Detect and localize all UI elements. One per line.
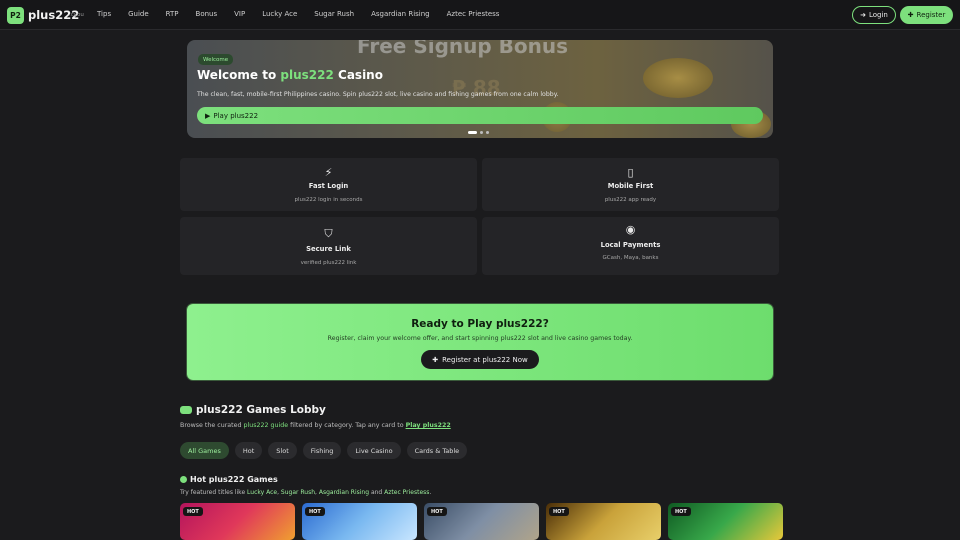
hot-games-row: HOT HOT HOT HOT HOT (180, 503, 783, 540)
cta-description: Register, claim your welcome offer, and … (327, 335, 633, 342)
register-label: Register (916, 11, 946, 19)
welcome-pill: Welcome (198, 54, 234, 65)
feature-title: Fast Login (308, 182, 349, 190)
login-label: Login (868, 11, 888, 19)
register-now-label: Register at plus222 Now (442, 355, 528, 364)
game-link-lucky-ace[interactable]: Lucky Ace (247, 489, 277, 496)
lobby-desc-middle: filtered by category. Tap any card to (288, 422, 406, 429)
hot-badge: HOT (183, 507, 203, 516)
filter-all-games[interactable]: All Games (180, 442, 229, 459)
phone-icon: ▯ (627, 166, 634, 179)
main-nav: Tips Guide RTP Bonus VIP Lucky Ace Sugar… (97, 10, 516, 18)
nav-item-bonus[interactable]: Bonus (196, 10, 218, 18)
game-card[interactable]: HOT (546, 503, 661, 540)
add-user-icon: ✚ (432, 355, 439, 364)
gamepad-icon (180, 406, 192, 414)
lobby-title-text: plus222 Games Lobby (196, 404, 326, 416)
login-icon: ➜ (860, 11, 866, 19)
hero-banner[interactable]: Free Signup Bonus ₱ 88 Welcome Welcome t… (187, 40, 773, 138)
game-card[interactable]: HOT (668, 503, 783, 540)
game-card[interactable]: HOT (180, 503, 295, 540)
feature-title: Local Payments (600, 241, 661, 249)
feature-subtitle: GCash, Maya, banks (602, 255, 659, 261)
register-cta-panel: Ready to Play plus222? Register, claim y… (187, 304, 773, 380)
logo-badge[interactable]: P2 (7, 7, 24, 24)
hot-badge: HOT (671, 507, 691, 516)
feature-title: Secure Link (306, 245, 351, 253)
top-header: P2 plus222 .cyou Tips Guide RTP Bonus VI… (0, 0, 960, 30)
nav-item-aztec-priestess[interactable]: Aztec Priestess (447, 10, 500, 18)
fire-icon (180, 476, 187, 483)
shield-check-icon: ⛉ (324, 227, 333, 240)
carousel-dot[interactable] (486, 131, 489, 134)
game-link-asgardian-rising[interactable]: Asgardian Rising (319, 489, 369, 496)
hero-title: Welcome to plus222 Casino (197, 68, 383, 82)
coin-decoration-icon (643, 58, 713, 98)
filter-cards-table[interactable]: Cards & Table (406, 442, 468, 459)
hero-title-prefix: Welcome to (197, 68, 281, 82)
carousel-dot[interactable] (480, 131, 483, 134)
logo-domain-suffix: .cyou (69, 12, 84, 18)
nav-item-rtp[interactable]: RTP (166, 10, 179, 18)
hot-badge: HOT (305, 507, 325, 516)
feature-subtitle: verified plus222 link (300, 260, 357, 266)
register-button[interactable]: ✚ Register (900, 6, 953, 24)
banner-headline: Free Signup Bonus (357, 40, 569, 58)
hot-desc-end: . (429, 489, 432, 496)
cta-title: Ready to Play plus222? (411, 318, 549, 330)
filter-hot[interactable]: Hot (234, 442, 263, 459)
hot-title-text: Hot plus222 Games (190, 475, 278, 484)
feature-title: Mobile First (607, 182, 654, 190)
game-card[interactable]: HOT (424, 503, 539, 540)
game-link-sugar-rush[interactable]: Sugar Rush (281, 489, 315, 496)
nav-item-asgardian-rising[interactable]: Asgardian Rising (371, 10, 430, 18)
nav-item-vip[interactable]: VIP (234, 10, 245, 18)
hero-description: The clean, fast, mobile-first Philippine… (197, 91, 559, 98)
hero-title-brand: plus222 (280, 68, 334, 82)
filter-fishing[interactable]: Fishing (302, 442, 342, 459)
play-label: Play plus222 (213, 111, 259, 120)
feature-subtitle: plus222 app ready (604, 197, 657, 203)
lobby-description: Browse the curated plus222 guide filtere… (180, 422, 451, 429)
guide-link[interactable]: plus222 guide (244, 422, 289, 429)
play-button[interactable]: ▶ Play plus222 (197, 107, 763, 124)
login-button[interactable]: ➜ Login (852, 6, 896, 24)
lobby-title: plus222 Games Lobby (180, 404, 326, 416)
hot-badge: HOT (549, 507, 569, 516)
nav-item-guide[interactable]: Guide (128, 10, 149, 18)
add-user-icon: ✚ (907, 11, 914, 19)
feature-card-secure-link: ⛉ Secure Link verified plus222 link (180, 217, 477, 275)
hot-badge: HOT (427, 507, 447, 516)
lobby-desc-prefix: Browse the curated (180, 422, 244, 429)
feature-card-fast-login: ⚡ Fast Login plus222 login in seconds (180, 158, 477, 211)
hero-title-suffix: Casino (333, 68, 383, 82)
game-link-aztec-priestess[interactable]: Aztec Priestess (384, 489, 429, 496)
play-link[interactable]: Play plus222 (406, 422, 451, 429)
register-now-button[interactable]: ✚ Register at plus222 Now (421, 350, 539, 369)
filter-live-casino[interactable]: Live Casino (347, 442, 401, 459)
hot-games-title: Hot plus222 Games (180, 475, 278, 484)
feature-card-local-payments: ◉ Local Payments GCash, Maya, banks (482, 217, 779, 275)
category-filters: All Games Hot Slot Fishing Live Casino C… (180, 442, 468, 459)
filter-slot[interactable]: Slot (268, 442, 297, 459)
carousel-dots (468, 131, 489, 134)
nav-item-tips[interactable]: Tips (97, 10, 111, 18)
hot-desc-and: and (369, 489, 385, 496)
game-card[interactable]: HOT (302, 503, 417, 540)
play-icon: ▶ (205, 111, 211, 120)
coins-icon: ◉ (625, 223, 636, 236)
hot-games-description: Try featured titles like Lucky Ace, Suga… (180, 489, 431, 496)
nav-item-sugar-rush[interactable]: Sugar Rush (314, 10, 354, 18)
bolt-icon: ⚡ (324, 166, 333, 179)
hot-desc-prefix: Try featured titles like (180, 489, 248, 496)
nav-item-lucky-ace[interactable]: Lucky Ace (262, 10, 297, 18)
feature-card-mobile-first: ▯ Mobile First plus222 app ready (482, 158, 779, 211)
carousel-dot[interactable] (468, 131, 477, 134)
feature-subtitle: plus222 login in seconds (294, 197, 363, 203)
